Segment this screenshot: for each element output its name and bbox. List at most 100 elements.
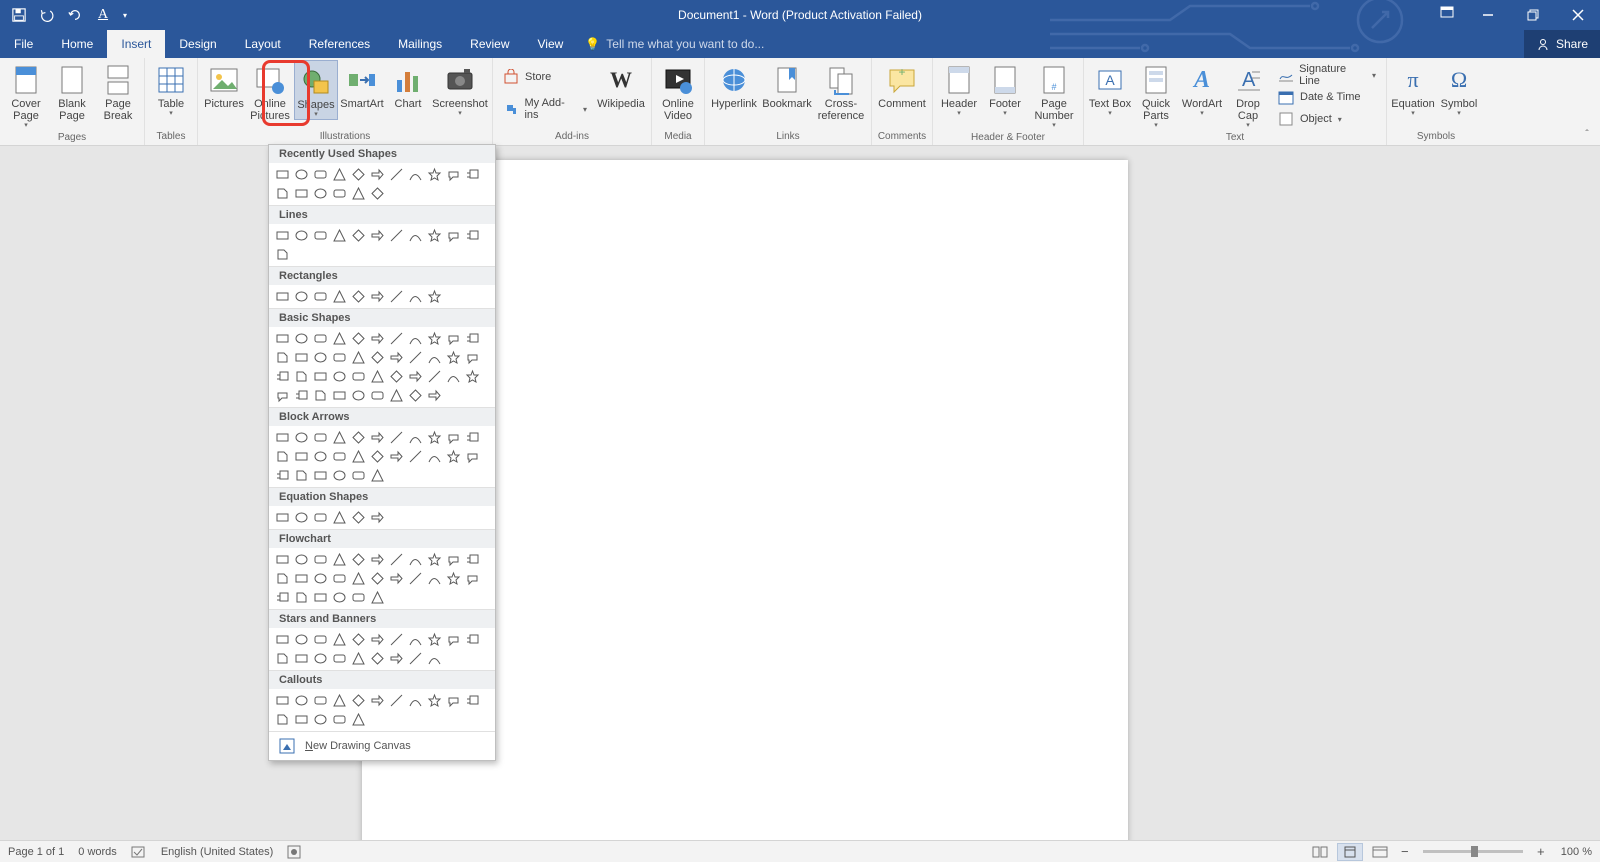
shape-item[interactable] [406, 287, 425, 306]
shapes-button[interactable]: Shapes▾ [294, 60, 338, 120]
shape-item[interactable] [292, 569, 311, 588]
shape-item[interactable] [292, 287, 311, 306]
shape-item[interactable] [292, 367, 311, 386]
shape-item[interactable] [463, 630, 482, 649]
shape-item[interactable] [311, 710, 330, 729]
shape-item[interactable] [311, 367, 330, 386]
shape-item[interactable] [330, 226, 349, 245]
shape-item[interactable] [368, 428, 387, 447]
shape-item[interactable] [330, 367, 349, 386]
shape-item[interactable] [425, 550, 444, 569]
shape-item[interactable] [406, 348, 425, 367]
quick-parts-button[interactable]: Quick Parts▾ [1134, 60, 1178, 130]
shape-item[interactable] [425, 691, 444, 710]
shape-item[interactable] [349, 184, 368, 203]
ribbon-display-options-button[interactable] [1433, 0, 1461, 24]
shape-item[interactable] [406, 691, 425, 710]
comment-button[interactable]: + Comment [876, 60, 928, 110]
shape-item[interactable] [349, 508, 368, 527]
shape-item[interactable] [444, 367, 463, 386]
shape-item[interactable] [330, 447, 349, 466]
shape-item[interactable] [406, 165, 425, 184]
shape-item[interactable] [311, 287, 330, 306]
date-time-button[interactable]: Date & Time [1272, 86, 1382, 108]
footer-button[interactable]: Footer▾ [983, 60, 1027, 118]
shape-item[interactable] [311, 691, 330, 710]
shape-item[interactable] [292, 588, 311, 607]
shape-item[interactable] [368, 630, 387, 649]
shape-item[interactable] [368, 165, 387, 184]
collapse-ribbon-button[interactable]: ˆ [1578, 129, 1596, 143]
tab-home[interactable]: Home [47, 30, 107, 58]
close-button[interactable] [1555, 0, 1600, 30]
screenshot-button[interactable]: Screenshot▾ [432, 60, 488, 118]
shape-item[interactable] [368, 649, 387, 668]
page-break-button[interactable]: Page Break [96, 60, 140, 122]
tab-references[interactable]: References [295, 30, 384, 58]
shape-item[interactable] [425, 329, 444, 348]
blank-page-button[interactable]: Blank Page [50, 60, 94, 122]
shape-item[interactable] [425, 649, 444, 668]
shape-item[interactable] [273, 447, 292, 466]
wikipedia-button[interactable]: W Wikipedia [595, 60, 647, 110]
shape-item[interactable] [425, 226, 444, 245]
zoom-in-button[interactable]: + [1533, 844, 1549, 859]
web-layout-button[interactable] [1367, 843, 1393, 861]
shape-item[interactable] [387, 550, 406, 569]
header-button[interactable]: Header▾ [937, 60, 981, 118]
shape-item[interactable] [368, 447, 387, 466]
shape-item[interactable] [349, 329, 368, 348]
shape-item[interactable] [349, 569, 368, 588]
shape-item[interactable] [406, 550, 425, 569]
shape-item[interactable] [330, 550, 349, 569]
shape-item[interactable] [387, 428, 406, 447]
shape-item[interactable] [387, 165, 406, 184]
shape-item[interactable] [463, 550, 482, 569]
shape-item[interactable] [349, 447, 368, 466]
shape-item[interactable] [273, 348, 292, 367]
shape-item[interactable] [349, 630, 368, 649]
tab-mailings[interactable]: Mailings [384, 30, 456, 58]
shape-item[interactable] [444, 348, 463, 367]
shape-item[interactable] [349, 348, 368, 367]
shape-item[interactable] [444, 165, 463, 184]
text-box-button[interactable]: A Text Box▾ [1088, 60, 1132, 118]
shape-item[interactable] [387, 386, 406, 405]
share-button[interactable]: Share [1524, 30, 1600, 58]
shape-item[interactable] [292, 691, 311, 710]
shape-item[interactable] [444, 691, 463, 710]
shape-item[interactable] [444, 428, 463, 447]
shape-item[interactable] [387, 329, 406, 348]
tab-layout[interactable]: Layout [231, 30, 295, 58]
shape-item[interactable] [330, 649, 349, 668]
shape-item[interactable] [311, 588, 330, 607]
qat-customize-button[interactable]: ▾ [118, 3, 132, 27]
shape-item[interactable] [444, 329, 463, 348]
shape-item[interactable] [292, 649, 311, 668]
tab-view[interactable]: View [524, 30, 578, 58]
shape-item[interactable] [387, 649, 406, 668]
shape-item[interactable] [292, 466, 311, 485]
shape-item[interactable] [368, 386, 387, 405]
page-number-button[interactable]: # Page Number▾ [1029, 60, 1079, 130]
shape-item[interactable] [368, 588, 387, 607]
shape-item[interactable] [387, 691, 406, 710]
shape-item[interactable] [292, 348, 311, 367]
status-page[interactable]: Page 1 of 1 [8, 846, 64, 858]
shape-item[interactable] [387, 287, 406, 306]
tab-design[interactable]: Design [165, 30, 230, 58]
shape-item[interactable] [349, 691, 368, 710]
shape-item[interactable] [387, 367, 406, 386]
shape-item[interactable] [425, 165, 444, 184]
read-mode-button[interactable] [1307, 843, 1333, 861]
shape-item[interactable] [349, 165, 368, 184]
shape-item[interactable] [368, 466, 387, 485]
shape-item[interactable] [425, 569, 444, 588]
shape-item[interactable] [273, 508, 292, 527]
shape-item[interactable] [368, 569, 387, 588]
shape-item[interactable] [330, 710, 349, 729]
my-addins-button[interactable]: My Add-ins [497, 98, 593, 120]
shape-item[interactable] [368, 508, 387, 527]
shape-item[interactable] [463, 367, 482, 386]
shape-item[interactable] [349, 649, 368, 668]
